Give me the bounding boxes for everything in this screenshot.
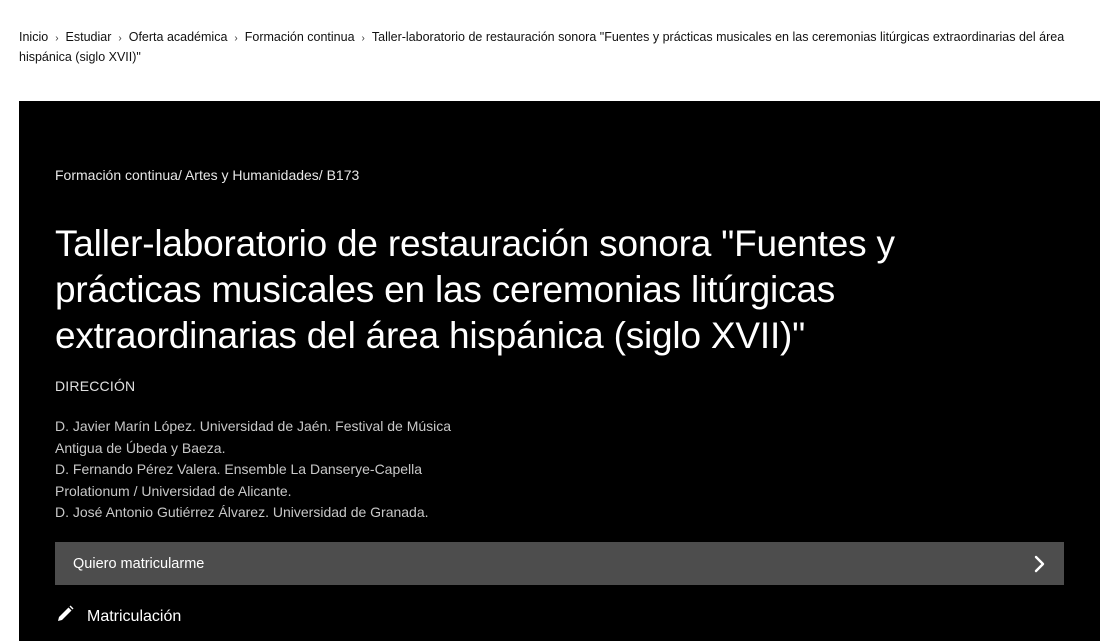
breadcrumb-separator: › [118, 33, 122, 44]
enroll-button[interactable]: Quiero matricularme [55, 542, 1064, 585]
course-hero: Formación continua/ Artes y Humanidades/… [19, 101, 1100, 641]
director-item: D. José Antonio Gutiérrez Álvarez. Unive… [55, 504, 429, 521]
breadcrumb: Inicio › Estudiar › Oferta académica › Formaci… [19, 28, 1101, 66]
directors-list: D. Javier Marín López. Universidad de Ja… [55, 416, 455, 524]
category-path: Formación continua/ Artes y Humanidades/… [55, 167, 360, 183]
enrollment-section-header: Matriculación [55, 604, 181, 629]
breadcrumb-item-formacion-continua[interactable]: Formación continua [245, 30, 355, 44]
section-title: Matriculación [87, 607, 182, 625]
breadcrumb-separator: › [234, 33, 238, 44]
breadcrumb-separator: › [361, 33, 365, 44]
director-item: D. Fernando Pérez Valera. Ensemble La Da… [55, 461, 423, 499]
breadcrumb-item-inicio[interactable]: Inicio [19, 30, 48, 44]
direction-label: DIRECCIÓN [55, 378, 136, 394]
breadcrumb-item-oferta-academica[interactable]: Oferta académica [129, 30, 228, 44]
chevron-right-icon [1034, 555, 1046, 573]
director-item: D. Javier Marín López. Universidad de Ja… [55, 418, 452, 456]
pencil-icon [55, 604, 75, 629]
breadcrumb-separator: › [55, 33, 59, 44]
breadcrumb-item-estudiar[interactable]: Estudiar [66, 30, 112, 44]
page-title: Taller-laboratorio de restauración sonor… [55, 223, 895, 356]
enroll-button-label: Quiero matricularme [73, 555, 205, 572]
